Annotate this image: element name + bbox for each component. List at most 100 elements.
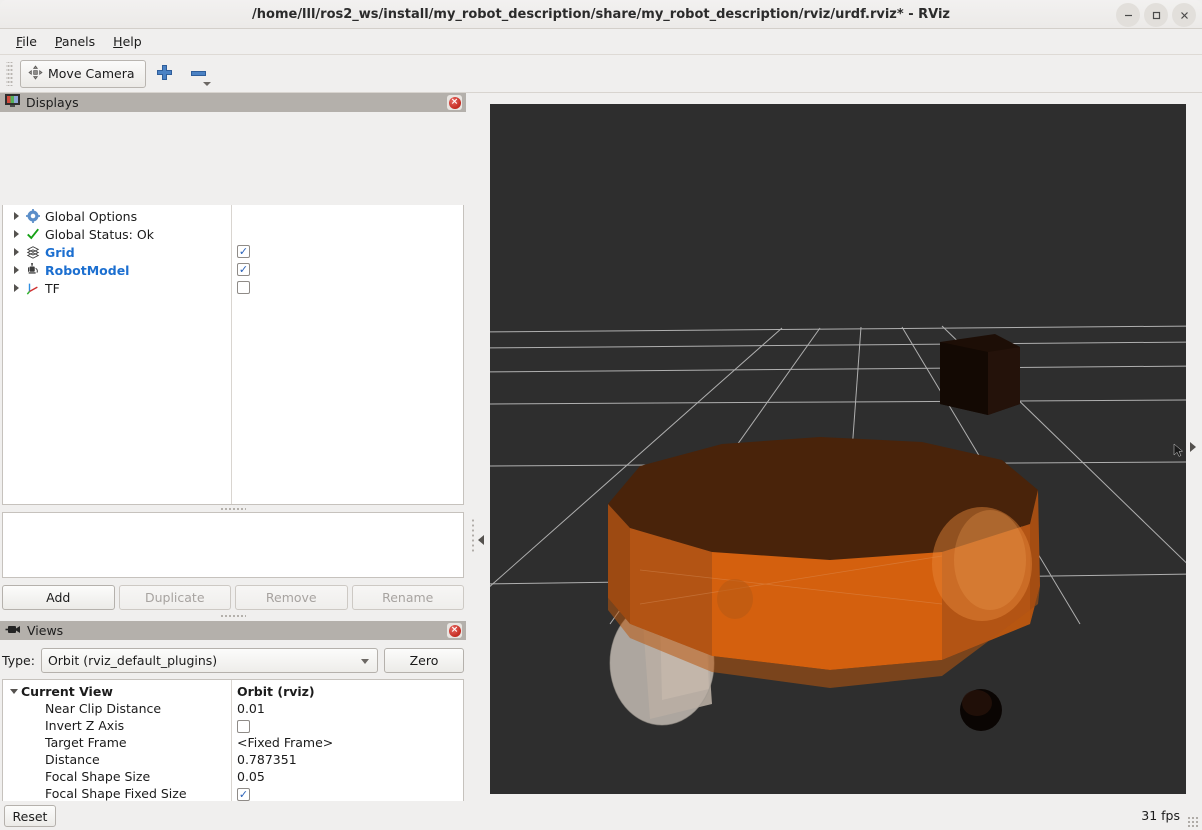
dock-splitter[interactable]: [466, 93, 490, 801]
remove-tool-button[interactable]: [184, 60, 214, 88]
panels-splitter[interactable]: [2, 611, 464, 620]
view-prop-focal-shape-fixed-size[interactable]: Focal Shape Fixed Size ✓: [3, 785, 463, 802]
chevron-down-icon: [361, 659, 369, 664]
view-prop-name: Focal Shape Size: [45, 769, 151, 784]
left-dock: Displays × Global Options Global Status:…: [0, 93, 466, 830]
window-buttons: [1116, 3, 1196, 27]
menu-help-mnemonic: H: [113, 34, 123, 49]
expand-arrow-icon[interactable]: [9, 266, 23, 274]
right-wheel: [932, 507, 1032, 621]
zero-button[interactable]: Zero: [384, 648, 464, 673]
view-prop-value: 0.787351: [237, 752, 297, 767]
fps-indicator: 31 fps: [1141, 808, 1180, 823]
expand-arrow-icon[interactable]: [9, 212, 23, 220]
camera-icon: [5, 623, 21, 638]
maximize-button[interactable]: [1144, 3, 1168, 27]
render-viewport[interactable]: [490, 104, 1186, 794]
view-prop-name: Distance: [45, 752, 100, 767]
right-collapse-strip[interactable]: [1186, 93, 1202, 801]
views-panel-header: Views ×: [0, 621, 466, 640]
expand-arrow-icon[interactable]: [9, 230, 23, 238]
display-checkbox[interactable]: ✓: [237, 245, 250, 258]
view-prop-target-frame[interactable]: Target Frame <Fixed Frame>: [3, 734, 463, 751]
displays-panel-title: Displays: [26, 95, 79, 110]
view-prop-name: Near Clip Distance: [45, 701, 162, 716]
robot-icon: [23, 263, 43, 277]
move-camera-icon: [28, 64, 43, 83]
tf-axes-icon: [23, 281, 43, 295]
splitter-grip[interactable]: [471, 518, 475, 552]
chevron-down-icon[interactable]: [202, 81, 211, 86]
menu-help-rest: elp: [122, 34, 142, 49]
statusbar: Reset 31 fps: [0, 801, 1202, 830]
close-button[interactable]: [1172, 3, 1196, 27]
menu-file-rest: ile: [22, 34, 37, 49]
caster-sphere: [960, 689, 1002, 731]
focal-shape-fixed-size-checkbox[interactable]: ✓: [237, 787, 250, 801]
3d-scene: [490, 104, 1186, 794]
view-prop-current-view[interactable]: Current View Orbit (rviz): [3, 683, 463, 700]
lidar-box: [940, 334, 1020, 415]
display-row-tf[interactable]: TF: [3, 279, 463, 297]
display-row-grid[interactable]: Grid ✓: [3, 243, 463, 261]
display-checkbox[interactable]: [237, 281, 250, 294]
view-type-select[interactable]: Orbit (rviz_default_plugins): [40, 648, 378, 673]
expand-arrow-icon[interactable]: [9, 248, 23, 256]
collapse-arrow-icon[interactable]: [7, 689, 21, 694]
titlebar: /home/lll/ros2_ws/install/my_robot_descr…: [0, 0, 1202, 29]
move-camera-label: Move Camera: [48, 66, 135, 81]
invert-z-axis-checkbox[interactable]: [237, 719, 250, 733]
menubar: File Panels Help: [0, 29, 1202, 55]
view-prop-distance[interactable]: Distance 0.787351: [3, 751, 463, 768]
remove-display-button[interactable]: Remove: [235, 585, 348, 610]
menu-help[interactable]: Help: [105, 31, 150, 52]
displays-detail-pane: [2, 512, 464, 578]
add-button[interactable]: Add: [2, 585, 115, 610]
display-row-robotmodel[interactable]: RobotModel ✓: [3, 261, 463, 279]
display-row-global-options[interactable]: Global Options: [3, 207, 463, 225]
type-label: Type:: [2, 653, 35, 668]
view-prop-invert-z-axis[interactable]: Invert Z Axis: [3, 717, 463, 734]
view-type-value: Orbit (rviz_default_plugins): [47, 653, 218, 668]
add-tool-button[interactable]: [150, 60, 180, 88]
menu-panels[interactable]: Panels: [47, 31, 103, 52]
views-panel-title: Views: [27, 623, 64, 638]
view-prop-focal-shape-size[interactable]: Focal Shape Size 0.05: [3, 768, 463, 785]
plus-icon: [156, 64, 173, 84]
toolbar-grip[interactable]: [6, 61, 13, 86]
view-prop-value: Orbit (rviz): [237, 684, 315, 699]
minimize-button[interactable]: [1116, 3, 1140, 27]
display-checkbox[interactable]: ✓: [237, 263, 250, 276]
body-facet: [830, 552, 942, 670]
display-row-global-status[interactable]: Global Status: Ok: [3, 225, 463, 243]
displays-panel-close-button[interactable]: ×: [447, 95, 462, 110]
resize-grip[interactable]: [1187, 816, 1199, 828]
toolbar: Move Camera: [0, 55, 1202, 93]
view-prop-name: Invert Z Axis: [45, 718, 125, 733]
displays-monitor-icon: [5, 94, 20, 111]
grid-icon: [23, 245, 43, 259]
menu-panels-mnemonic: P: [54, 34, 62, 49]
view-prop-value: ✓: [237, 785, 250, 802]
minus-icon: [190, 66, 207, 81]
check-icon: [23, 227, 43, 241]
view-prop-near-clip-distance[interactable]: Near Clip Distance 0.01: [3, 700, 463, 717]
move-camera-button[interactable]: Move Camera: [20, 59, 146, 88]
display-label: Global Options: [45, 208, 138, 224]
views-panel-close-button[interactable]: ×: [447, 623, 462, 638]
window-title: /home/lll/ros2_ws/install/my_robot_descr…: [252, 6, 950, 22]
displays-panel-header: Displays ×: [0, 93, 466, 112]
views-type-row: Type: Orbit (rviz_default_plugins) Zero: [2, 648, 464, 673]
view-prop-name: Target Frame: [45, 735, 127, 750]
close-icon: ×: [448, 96, 461, 109]
collapse-left-icon[interactable]: [478, 535, 484, 545]
duplicate-button[interactable]: Duplicate: [118, 585, 231, 610]
expand-arrow-icon[interactable]: [9, 284, 23, 292]
displays-tree[interactable]: Global Options Global Status: Ok Grid ✓ …: [2, 205, 464, 505]
menu-file[interactable]: File: [8, 31, 45, 52]
collapse-right-icon[interactable]: [1190, 442, 1196, 452]
display-label: TF: [45, 280, 60, 296]
rename-display-button[interactable]: Rename: [351, 585, 464, 610]
reset-button[interactable]: Reset: [4, 805, 56, 827]
menu-panels-rest: anels: [61, 34, 96, 49]
